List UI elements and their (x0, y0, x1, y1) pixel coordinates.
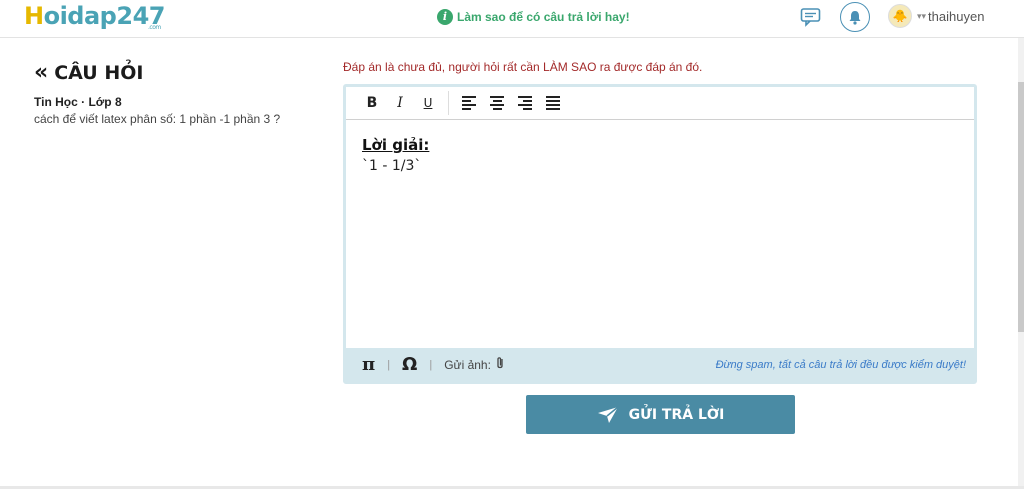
logo-text: oidap247 (43, 2, 166, 30)
site-logo[interactable]: Hoidap247 .com (24, 2, 166, 31)
bold-button[interactable]: B (358, 91, 386, 115)
solution-text: `1 - 1/3` (362, 158, 422, 174)
submit-label: GỬI TRẢ LỜI (628, 406, 725, 423)
chat-icon[interactable] (800, 7, 822, 27)
align-center-icon (490, 96, 504, 110)
moderation-note: Đừng spam, tất cả câu trả lời đều được k… (715, 359, 966, 371)
solution-label: Lời giải: (362, 136, 430, 154)
question-subject: Tin Học · Lớp 8 (34, 95, 122, 109)
editor-footer: π | Ω | Gửi ảnh: Đừng spam, tất cả câu t… (346, 348, 974, 381)
question-body: cách để viết latex phân số: 1 phần -1 ph… (34, 112, 281, 126)
align-left-icon (462, 96, 476, 110)
question-title: CÂU HỎI (54, 61, 144, 84)
send-image-label: Gửi ảnh: (444, 357, 491, 372)
special-char-button[interactable]: Ω (402, 354, 417, 375)
submit-answer-button[interactable]: GỬI TRẢ LỜI (526, 395, 795, 434)
underline-button[interactable]: U (414, 91, 442, 115)
paperclip-icon[interactable] (495, 356, 505, 373)
send-icon (597, 405, 619, 423)
footer-divider: | (387, 358, 391, 371)
math-formula-button[interactable]: π (362, 354, 375, 375)
double-chevron-left-icon[interactable]: « (34, 60, 48, 85)
answer-tip-link[interactable]: i Làm sao để có câu trả lời hay! (437, 9, 630, 25)
top-header: Hoidap247 .com i Làm sao để có câu trả lờ… (0, 0, 1024, 38)
scrollbar-thumb[interactable] (1018, 82, 1024, 332)
align-right-icon (518, 96, 532, 110)
user-menu[interactable]: 🐥 ▾▾ thaihuyen (888, 4, 984, 28)
question-panel: « CÂU HỎI Tin Học · Lớp 8 cách để viết l… (34, 60, 304, 128)
logo-domain: .com (148, 24, 161, 31)
info-icon: i (437, 9, 453, 25)
answer-editor: B I U Lời giải: `1 - 1/3` π | Ω | Gửi ản… (343, 84, 977, 384)
question-heading: « CÂU HỎI (34, 60, 304, 85)
editor-toolbar: B I U (346, 87, 974, 120)
align-right-button[interactable] (511, 91, 539, 115)
logo-h: H (24, 2, 44, 30)
align-justify-icon (546, 96, 560, 110)
bell-icon (849, 10, 861, 25)
align-center-button[interactable] (483, 91, 511, 115)
editor-content[interactable]: Lời giải: `1 - 1/3` (346, 120, 974, 190)
footer-divider: | (429, 358, 433, 371)
avatar: 🐥 (888, 4, 912, 28)
toolbar-divider (448, 91, 449, 115)
align-left-button[interactable] (455, 91, 483, 115)
notification-button[interactable] (840, 2, 870, 32)
italic-button[interactable]: I (386, 91, 414, 115)
username: thaihuyen (928, 8, 985, 24)
answer-warning: Đáp án là chưa đủ, người hỏi rất cần LÀM… (343, 60, 703, 74)
chevron-down-icon: ▾▾ (917, 10, 927, 21)
align-justify-button[interactable] (539, 91, 567, 115)
tip-text: Làm sao để có câu trả lời hay! (457, 10, 630, 24)
page-scrollbar[interactable] (1018, 38, 1024, 489)
